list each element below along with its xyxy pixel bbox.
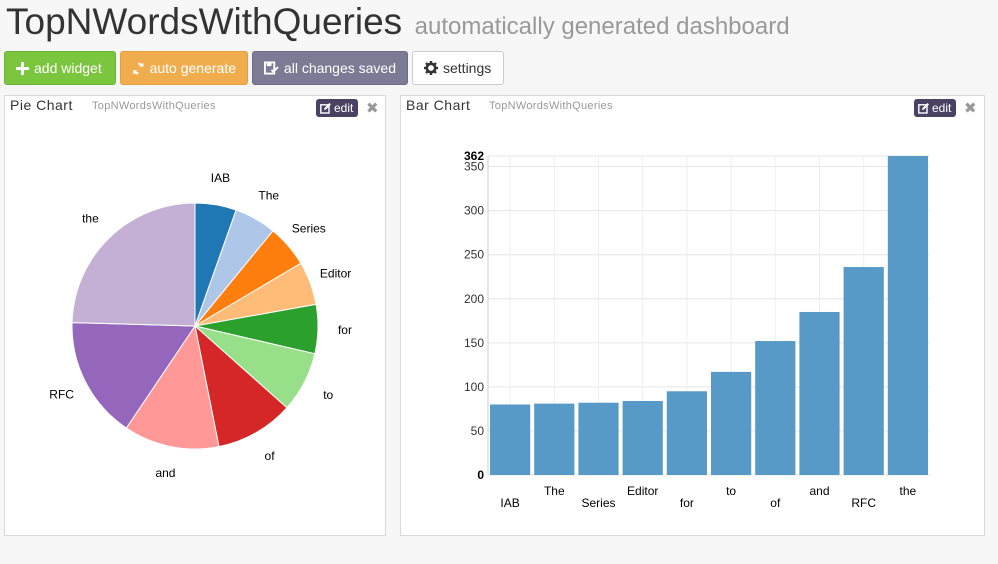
bar-to <box>711 371 752 475</box>
close-icon[interactable]: ✖ <box>366 99 379 117</box>
edit-icon <box>918 102 929 114</box>
pie-label: for <box>338 323 352 337</box>
x-tick-label: IAB <box>500 496 519 510</box>
pie-label: RFC <box>49 388 74 402</box>
edit-label: edit <box>334 101 354 115</box>
bar-chart: 050100150200250300350362IABTheSeriesEdit… <box>464 149 930 510</box>
auto-generate-button[interactable]: auto generate <box>120 51 248 85</box>
bar-of <box>755 341 796 475</box>
widget-subtitle: TopNWordsWithQueries <box>92 100 216 112</box>
bar-editor <box>622 400 663 475</box>
pie-label: to <box>323 388 333 402</box>
app-title: TopNWordsWithQueries <box>6 1 403 42</box>
app-subtitle: automatically generated dashboard <box>414 13 790 40</box>
x-tick-label: Series <box>581 496 615 510</box>
bar-for <box>666 391 707 475</box>
bar-the <box>887 156 928 475</box>
bar-series <box>578 402 619 475</box>
gear-icon <box>424 61 438 75</box>
edit-icon <box>320 102 331 114</box>
edit-widget-button[interactable]: edit <box>316 99 359 117</box>
pie-label: and <box>155 466 175 480</box>
bar-and <box>799 311 840 475</box>
x-tick-label: RFC <box>851 496 876 510</box>
x-tick-label: to <box>726 484 736 498</box>
y-tick-label: 150 <box>464 336 484 350</box>
y-tick-label: 50 <box>471 424 485 438</box>
y-tick-label: 300 <box>464 204 484 218</box>
refresh-icon <box>133 62 144 74</box>
pie-chart: IAB The Series Editor for to of and RFC the <box>49 171 352 480</box>
pie-label: IAB <box>211 171 230 185</box>
add-widget-label: add widget <box>34 60 102 76</box>
settings-label: settings <box>443 60 492 76</box>
pie-label: The <box>258 188 279 202</box>
y-tick-label: 250 <box>464 248 484 262</box>
bar-the <box>534 403 575 475</box>
edit-label: edit <box>932 101 952 115</box>
pie-label: of <box>265 449 276 463</box>
x-tick-label: The <box>544 484 565 498</box>
y-tick-label: 100 <box>464 380 484 394</box>
save-status-button[interactable]: all changes saved <box>252 51 408 85</box>
edit-widget-button[interactable]: edit <box>914 99 957 117</box>
bar-iab <box>490 404 531 475</box>
x-tick-label: of <box>770 496 781 510</box>
close-icon[interactable]: ✖ <box>964 99 977 117</box>
pie-label: Editor <box>320 267 351 281</box>
y-tick-label: 0 <box>477 468 484 482</box>
x-tick-label: and <box>809 484 829 498</box>
widget-subtitle: TopNWordsWithQueries <box>489 100 613 112</box>
settings-button[interactable]: settings <box>412 51 504 85</box>
saved-icon <box>264 61 279 75</box>
y-tick-label: 200 <box>464 292 484 306</box>
x-tick-label: for <box>680 496 694 510</box>
save-status-label: all changes saved <box>283 60 396 76</box>
pie-label: the <box>82 211 99 225</box>
pie-label: Series <box>292 221 326 235</box>
x-tick-label: Editor <box>627 484 658 498</box>
bar-rfc <box>843 267 884 475</box>
pie-chart-widget: Pie Chart TopNWordsWithQueries edit ✖ IA… <box>4 95 386 536</box>
widget-title: Bar Chart <box>406 97 471 113</box>
auto-generate-label: auto generate <box>149 60 236 76</box>
widget-title: Pie Chart <box>10 97 73 113</box>
bar-chart-widget: Bar Chart TopNWordsWithQueries edit ✖ 0 5… <box>400 95 985 536</box>
x-tick-label: the <box>900 484 917 498</box>
add-widget-button[interactable]: add widget <box>4 51 116 85</box>
plus-icon <box>16 61 29 75</box>
toolbar: add widget auto generate all changes sav… <box>4 51 504 85</box>
dashboard-header: TopNWordsWithQueries automatically gener… <box>6 0 790 44</box>
y-tick-label: 362 <box>464 149 484 163</box>
